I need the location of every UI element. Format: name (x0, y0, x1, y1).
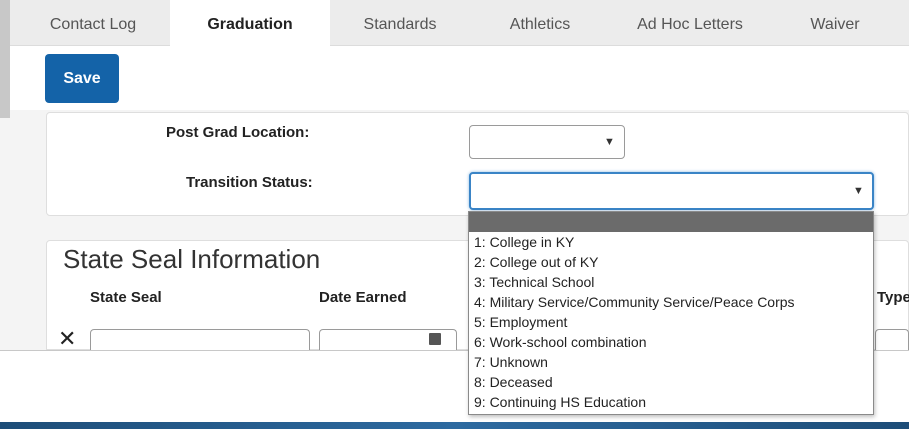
state-seal-select[interactable] (90, 329, 310, 351)
option-employment[interactable]: 5: Employment (474, 314, 567, 330)
tab-contact-log[interactable]: Contact Log (34, 0, 152, 46)
option-deceased[interactable]: 8: Deceased (474, 374, 553, 390)
option-college-out-of-ky[interactable]: 2: College out of KY (474, 254, 599, 270)
option-unknown[interactable]: 7: Unknown (474, 354, 548, 370)
option-technical-school[interactable]: 3: Technical School (474, 274, 594, 290)
close-icon[interactable]: ✕ (58, 326, 76, 352)
state-seal-title: State Seal Information (63, 244, 321, 274)
option-college-in-ky[interactable]: 1: College in KY (474, 234, 574, 250)
transition-status-options: 1: College in KY 2: College out of KY 3:… (468, 211, 874, 415)
tab-bar: Contact Log Graduation Standards Athleti… (10, 0, 909, 47)
option-blank-highlighted[interactable] (469, 212, 873, 232)
post-grad-location-label: Post Grad Location: (166, 124, 310, 141)
tab-ad-hoc-letters[interactable]: Ad Hoc Letters (615, 0, 765, 46)
col-header-state-seal: State Seal (90, 289, 162, 306)
tab-graduation[interactable]: Graduation (170, 0, 330, 47)
caret-down-icon: ▼ (853, 185, 864, 197)
type-select[interactable] (875, 329, 909, 351)
option-continuing-hs-education[interactable]: 9: Continuing HS Education (474, 394, 646, 410)
bottom-strip (0, 422, 909, 429)
transition-status-label: Transition Status: (186, 174, 313, 191)
calendar-icon[interactable] (429, 333, 441, 345)
option-military-service[interactable]: 4: Military Service/Community Service/Pe… (474, 294, 795, 310)
save-button[interactable]: Save (45, 54, 119, 103)
tab-athletics[interactable]: Athletics (490, 0, 590, 46)
tab-standards[interactable]: Standards (345, 0, 455, 46)
option-work-school-combination[interactable]: 6: Work-school combination (474, 334, 646, 350)
tab-waiver[interactable]: Waiver (785, 0, 885, 46)
post-grad-location-select[interactable]: ▼ (469, 125, 625, 159)
left-scroll-edge (0, 0, 10, 118)
col-header-type: Type (877, 289, 909, 306)
toolbar: Save (10, 46, 909, 110)
caret-down-icon: ▼ (604, 136, 615, 148)
col-header-date-earned: Date Earned (319, 289, 407, 306)
transition-status-select[interactable]: ▼ (469, 172, 874, 210)
